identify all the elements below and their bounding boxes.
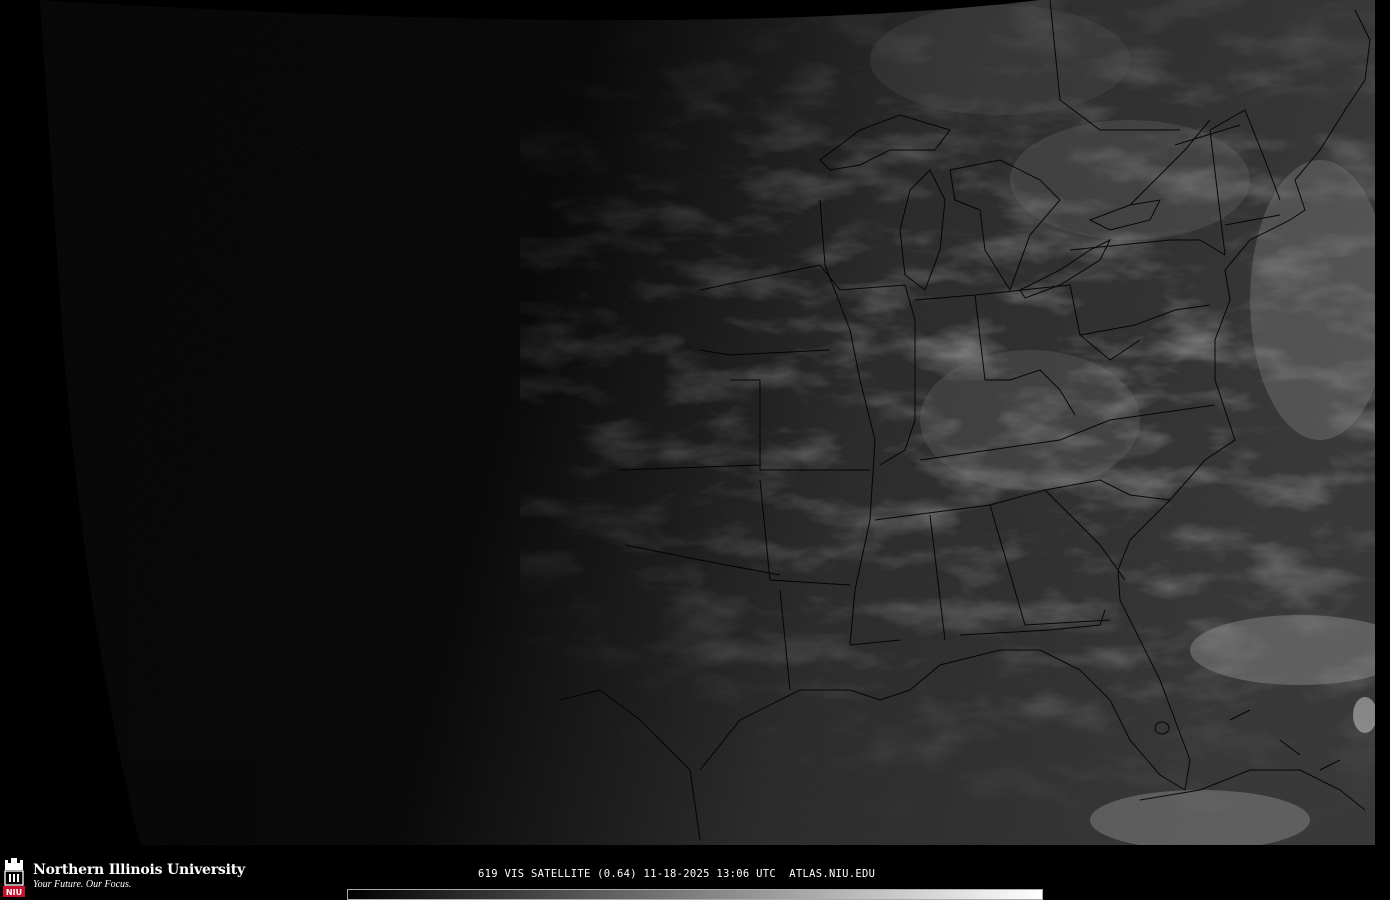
satellite-map bbox=[0, 0, 1390, 848]
image-caption: 619 VIS SATELLITE (0.64) 11-18-2025 13:0… bbox=[478, 868, 876, 880]
niu-logo-icon: NIU bbox=[2, 856, 26, 898]
grayscale-colorbar bbox=[347, 889, 1043, 900]
university-tagline: Your Future. Our Focus. bbox=[33, 879, 132, 890]
logo-letters: NIU bbox=[6, 888, 22, 897]
university-name: Northern Illinois University bbox=[33, 862, 245, 878]
